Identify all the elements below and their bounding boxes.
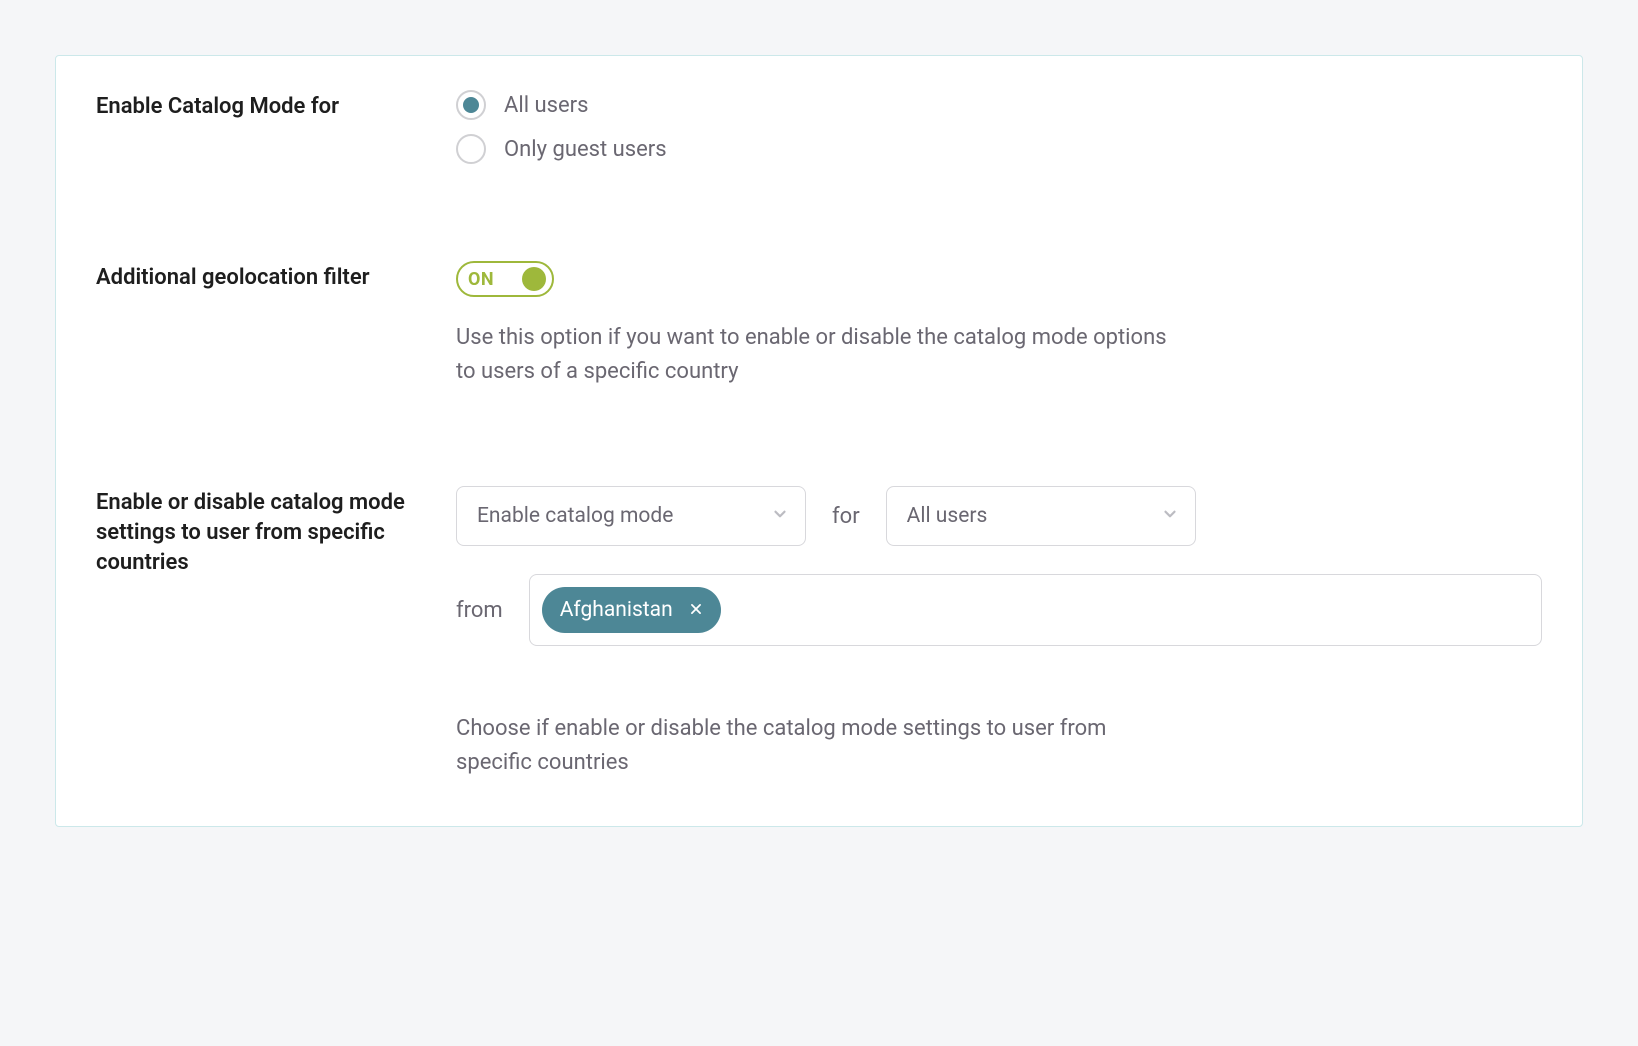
control-col: All users Only guest users <box>456 90 1542 164</box>
label-col: Additional geolocation filter <box>96 261 456 293</box>
label-col: Enable or disable catalog mode settings … <box>96 486 456 577</box>
toggle-geo-filter[interactable]: ON <box>456 261 554 297</box>
geo-filter-description: Use this option if you want to enable or… <box>456 321 1176 389</box>
label-col: Enable Catalog Mode for <box>96 90 456 122</box>
toggle-label: ON <box>468 269 494 290</box>
radio-guest-users[interactable]: Only guest users <box>456 134 1542 164</box>
radio-group-enable-for: All users Only guest users <box>456 90 1542 164</box>
control-col: ON Use this option if you want to enable… <box>456 261 1542 389</box>
select-value: All users <box>907 504 988 528</box>
chevron-down-icon <box>771 505 789 527</box>
row-geo-rule: Enable or disable catalog mode settings … <box>96 480 1542 786</box>
control-col: Enable catalog mode for All users from <box>456 486 1542 780</box>
select-audience[interactable]: All users <box>886 486 1196 546</box>
geo-rule-help: Choose if enable or disable the catalog … <box>456 712 1176 780</box>
country-tag-label: Afghanistan <box>560 598 673 622</box>
country-tag: Afghanistan <box>542 587 721 633</box>
radio-icon <box>456 134 486 164</box>
close-icon <box>689 598 703 622</box>
field-label-geo-rule: Enable or disable catalog mode settings … <box>96 488 436 577</box>
select-value: Enable catalog mode <box>477 504 673 528</box>
select-action[interactable]: Enable catalog mode <box>456 486 806 546</box>
geo-rule-line-2: from Afghanistan <box>456 574 1542 646</box>
chevron-down-icon <box>1161 505 1179 527</box>
radio-icon <box>456 90 486 120</box>
text-from: from <box>456 598 503 623</box>
row-enable-for: Enable Catalog Mode for All users Only g… <box>96 84 1542 170</box>
row-geo-filter: Additional geolocation filter ON Use thi… <box>96 255 1542 395</box>
countries-tag-input[interactable]: Afghanistan <box>529 574 1542 646</box>
radio-label: Only guest users <box>504 137 667 162</box>
toggle-knob-icon <box>522 267 546 291</box>
field-label-geo-filter: Additional geolocation filter <box>96 263 436 293</box>
geo-rule-line-1: Enable catalog mode for All users <box>456 486 1542 546</box>
text-for: for <box>832 504 860 529</box>
tag-remove-button[interactable] <box>689 598 703 622</box>
radio-all-users[interactable]: All users <box>456 90 1542 120</box>
field-label-enable-for: Enable Catalog Mode for <box>96 92 436 122</box>
settings-panel: Enable Catalog Mode for All users Only g… <box>55 55 1583 827</box>
radio-label: All users <box>504 93 588 118</box>
